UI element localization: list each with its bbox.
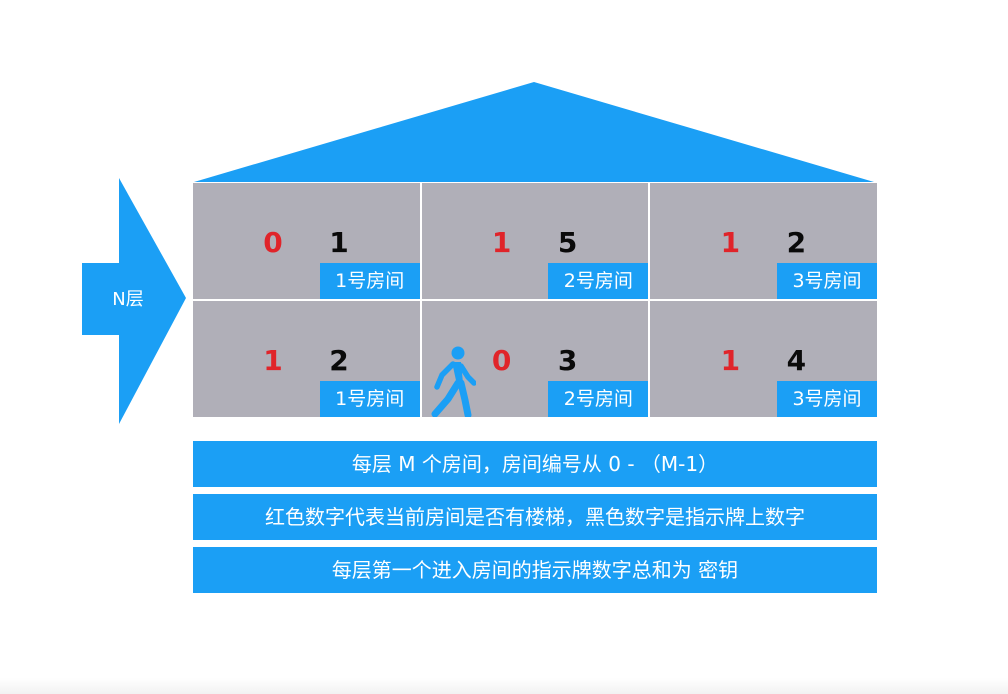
stair-number: 1 [720, 344, 741, 377]
sign-number: 1 [329, 226, 349, 259]
sign-number: 2 [329, 344, 349, 377]
room-0-0: 0 1 1号房间 [193, 183, 420, 299]
room-tag: 1号房间 [319, 263, 420, 299]
room-tag: 3号房间 [777, 263, 877, 299]
room-tag: 1号房间 [319, 381, 420, 417]
note-number-legend: 红色数字代表当前房间是否有楼梯，黑色数字是指示牌上数字 [193, 494, 877, 540]
note-key-rule: 每层第一个进入房间的指示牌数字总和为 密钥 [193, 547, 877, 593]
room-tag: 3号房间 [777, 381, 877, 417]
room-0-1: 1 5 2号房间 [421, 183, 649, 299]
stair-number: 1 [491, 226, 512, 259]
stair-number: 1 [263, 344, 283, 377]
sign-number: 4 [786, 344, 807, 377]
person-walking-icon [431, 346, 476, 417]
room-1-0: 1 2 1号房间 [193, 301, 420, 417]
room-1-1: 0 3 2号房间 [421, 301, 649, 417]
stair-number: 0 [263, 226, 283, 259]
stair-number: 0 [491, 344, 512, 377]
room-1-2: 1 4 3号房间 [650, 301, 877, 417]
floor-label: N层 [112, 289, 144, 310]
room-tag: 2号房间 [548, 263, 649, 299]
bottom-fade [0, 678, 1008, 694]
room-tag: 2号房间 [548, 381, 649, 417]
sign-number: 3 [557, 344, 578, 377]
house-roof [194, 82, 874, 182]
sign-number: 2 [786, 226, 807, 259]
sign-number: 5 [557, 226, 578, 259]
note-room-numbering: 每层 M 个房间，房间编号从 0 - （M-1） [193, 441, 877, 487]
room-0-2: 1 2 3号房间 [650, 183, 877, 299]
stair-number: 1 [720, 226, 741, 259]
floor-grid: 0 1 1号房间 1 5 2号房间 1 2 3号房间 1 2 1号房间 0 3 … [193, 183, 877, 417]
